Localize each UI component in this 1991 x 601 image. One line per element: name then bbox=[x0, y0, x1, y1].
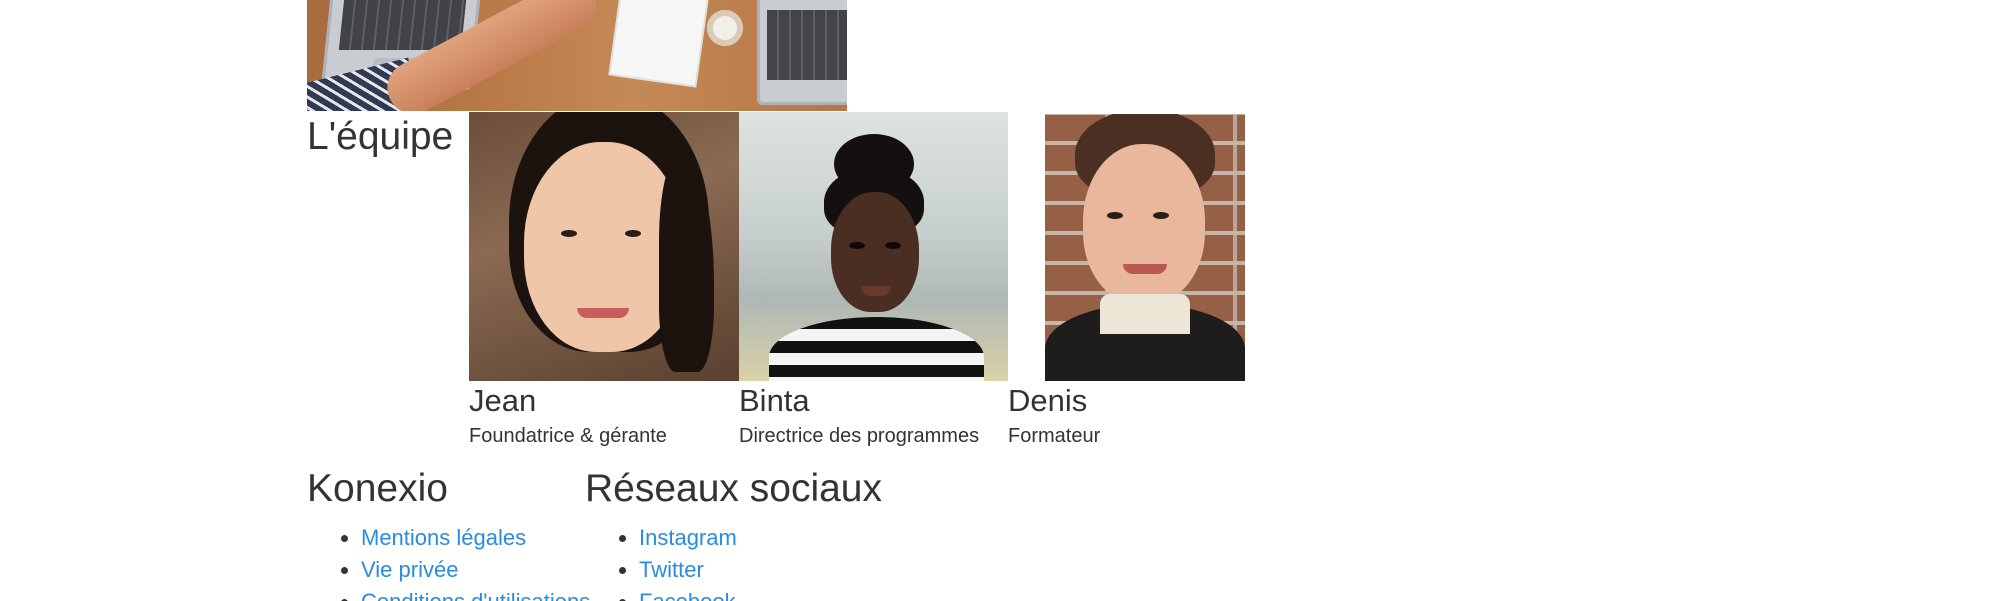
member-photo bbox=[739, 112, 1009, 381]
link-instagram[interactable]: Instagram bbox=[639, 525, 737, 550]
member-photo bbox=[469, 112, 739, 381]
footer-social-title: Réseaux sociaux bbox=[585, 467, 882, 510]
hero-image bbox=[307, 0, 847, 111]
member-photo bbox=[1008, 112, 1245, 381]
link-vie-privee[interactable]: Vie privée bbox=[361, 557, 458, 582]
list-item: Vie privée bbox=[361, 554, 590, 586]
link-facebook[interactable]: Facebook bbox=[639, 589, 736, 601]
footer-konexio-title: Konexio bbox=[307, 467, 448, 510]
page: L'équipe Jean Foundatrice & gérante Bint… bbox=[0, 0, 1991, 601]
member-role: Formateur bbox=[1008, 425, 1101, 447]
team-member-denis: Denis Formateur bbox=[1008, 112, 1245, 451]
link-twitter[interactable]: Twitter bbox=[639, 557, 704, 582]
notebook-illustration bbox=[610, 0, 709, 86]
laptop-right-illustration bbox=[757, 0, 847, 105]
list-item: Conditions d'utilisations bbox=[361, 586, 590, 601]
link-conditions-utilisations[interactable]: Conditions d'utilisations bbox=[361, 589, 590, 601]
footer-social-links: Instagram Twitter Facebook bbox=[585, 522, 882, 601]
coffee-cup-illustration bbox=[707, 10, 743, 46]
list-item: Instagram bbox=[639, 522, 882, 554]
footer-social: Réseaux sociaux Instagram Twitter Facebo… bbox=[585, 464, 882, 601]
team-member-jean: Jean Foundatrice & gérante bbox=[469, 112, 739, 451]
list-item: Facebook bbox=[639, 586, 882, 601]
list-item: Twitter bbox=[639, 554, 882, 586]
member-role: Directrice des programmes bbox=[739, 425, 980, 447]
team-member-binta: Binta Directrice des programmes bbox=[739, 112, 1009, 451]
team-heading: L'équipe bbox=[307, 115, 454, 158]
link-mentions-legales[interactable]: Mentions légales bbox=[361, 525, 526, 550]
member-name: Binta bbox=[739, 383, 810, 418]
footer-konexio: Konexio Mentions légales Vie privée Cond… bbox=[307, 464, 590, 601]
member-name: Jean bbox=[469, 383, 537, 418]
footer-konexio-links: Mentions légales Vie privée Conditions d… bbox=[307, 522, 590, 601]
list-item: Mentions légales bbox=[361, 522, 590, 554]
member-name: Denis bbox=[1008, 383, 1088, 418]
member-role: Foundatrice & gérante bbox=[469, 425, 667, 447]
